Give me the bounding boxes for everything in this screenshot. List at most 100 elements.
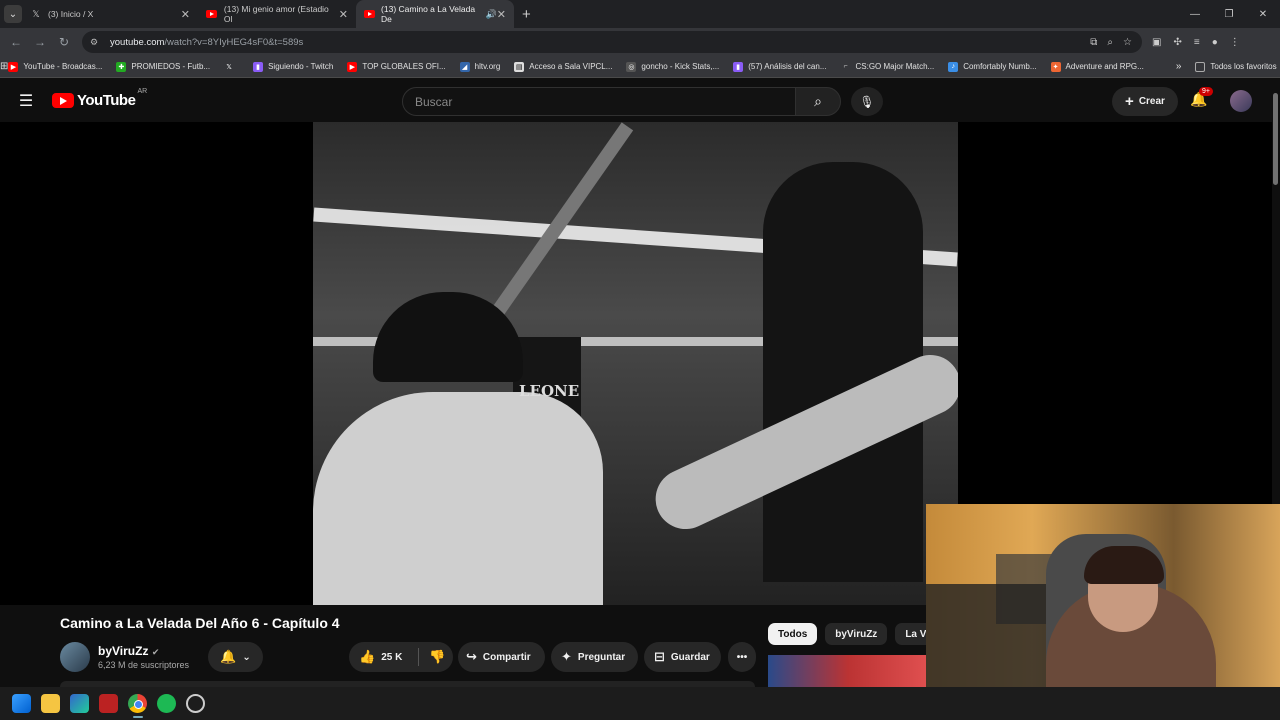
- apps-grid-icon[interactable]: ⊞: [0, 61, 8, 72]
- forward-icon[interactable]: →: [28, 35, 52, 49]
- notification-badge: 9+: [1199, 87, 1213, 96]
- puzzle-icon[interactable]: ✣: [1173, 37, 1181, 48]
- bookmark-item[interactable]: ◎ goncho - Kick Stats,...: [626, 61, 719, 72]
- youtube-icon: [364, 8, 376, 20]
- site-info-icon[interactable]: ⚙: [90, 37, 104, 48]
- bookmark-item[interactable]: ✚ PROMIEDOS - Futb...: [116, 61, 210, 72]
- bookmark-item[interactable]: 𝕏: [224, 62, 239, 72]
- ask-button[interactable]: ✦ Preguntar: [551, 642, 638, 672]
- share-icon: ↪: [466, 649, 477, 664]
- app-icon[interactable]: [186, 694, 205, 713]
- dislike-icon[interactable]: 👎: [429, 649, 445, 665]
- more-icon: •••: [736, 651, 748, 663]
- media-control-icon[interactable]: ≡: [1194, 37, 1200, 48]
- speaker-icon[interactable]: 🔊: [486, 9, 497, 20]
- all-bookmarks-folder[interactable]: Todos los favoritos: [1195, 61, 1277, 72]
- promiedos-icon: ✚: [116, 61, 127, 72]
- chrome-icon[interactable]: [128, 694, 147, 713]
- edge-icon[interactable]: [70, 694, 89, 713]
- close-window-icon[interactable]: ✕: [1246, 0, 1280, 28]
- bookmark-item[interactable]: ▶ TOP GLOBALES OFI...: [347, 61, 446, 72]
- share-button[interactable]: ↪ Compartir: [458, 642, 545, 672]
- chip-todos[interactable]: Todos: [768, 623, 818, 645]
- folder-icon: [1195, 61, 1206, 72]
- hltv-icon: ◢: [459, 61, 470, 72]
- x-logo-icon: 𝕏: [32, 8, 40, 19]
- windows-start-icon[interactable]: [12, 694, 31, 713]
- bookmark-item[interactable]: ✦ Adventure and RPG...: [1050, 61, 1144, 72]
- kick-stats-icon: ◎: [626, 61, 637, 72]
- reload-icon[interactable]: ↻: [52, 35, 76, 49]
- chip-channel[interactable]: byViruZz: [825, 623, 888, 645]
- bookmark-item[interactable]: ◢ hltv.org: [459, 61, 500, 72]
- browser-menu-icon[interactable]: ⋮: [1230, 37, 1240, 48]
- tab-search-button[interactable]: ⌄: [4, 5, 22, 23]
- tab-camino-velada[interactable]: (13) Camino a La Velada De 🔊 ✕: [356, 0, 514, 28]
- search-button[interactable]: ⌕: [795, 87, 841, 116]
- video-title: Camino a La Velada Del Año 6 - Capítulo …: [60, 615, 340, 631]
- profile-icon[interactable]: ●: [1212, 37, 1218, 48]
- bookmark-item[interactable]: ▮ (57) Análisis del can...: [733, 61, 827, 72]
- url-field[interactable]: ⚙ youtube.com/watch?v=8YIyHEG4sF0&t=589s…: [82, 31, 1142, 53]
- leone-logo: LEONE: [519, 382, 580, 400]
- close-icon[interactable]: ✕: [339, 8, 348, 21]
- verified-icon: ✔: [151, 647, 160, 657]
- news-app-icon[interactable]: [99, 694, 118, 713]
- browser-tab-bar: ⌄ 𝕏 (3) Inicio / X ✕ (13) Mi genio amor …: [0, 0, 1280, 28]
- youtube-play-icon: [52, 93, 74, 108]
- related-chips: Todos byViruZz La Vela: [768, 623, 950, 645]
- youtube-logo[interactable]: YouTube AR: [52, 88, 147, 109]
- window-controls: — ❐ ✕: [1178, 0, 1280, 28]
- like-count[interactable]: 25 K: [381, 652, 402, 663]
- install-app-icon[interactable]: ⧉: [1090, 37, 1097, 48]
- hamburger-menu-icon[interactable]: ☰: [0, 91, 52, 111]
- active-app-indicator: [133, 716, 143, 718]
- tab-title: (13) Camino a La Velada De: [381, 4, 476, 24]
- subscriber-count: 6,23 M de suscriptores: [98, 660, 190, 670]
- extension-icon[interactable]: ▣: [1152, 37, 1161, 48]
- like-icon[interactable]: 👍: [359, 649, 375, 665]
- subscribed-bell-button[interactable]: 🔔 ⌄: [208, 642, 263, 672]
- back-icon[interactable]: ←: [4, 35, 28, 49]
- video-frame[interactable]: LEONE: [313, 122, 958, 605]
- tab-mi-genio-amor[interactable]: (13) Mi genio amor (Estadio Ol ✕: [198, 0, 356, 28]
- close-icon[interactable]: ✕: [497, 8, 506, 21]
- bookmark-item[interactable]: ▤ Acceso a Sala VIPCL...: [514, 61, 612, 72]
- zoom-icon[interactable]: ⌕: [1107, 37, 1113, 48]
- search-input[interactable]: Buscar: [402, 87, 796, 116]
- bookmark-item[interactable]: ⌐ CS:GO Major Match...: [841, 62, 934, 72]
- user-avatar[interactable]: [1230, 90, 1252, 112]
- logo-text: YouTube: [77, 92, 136, 109]
- related-video-thumbnail[interactable]: [768, 655, 928, 687]
- voice-search-button[interactable]: 🎙: [851, 87, 883, 116]
- bookmark-item[interactable]: ♪ Comfortably Numb...: [948, 61, 1037, 72]
- channel-name[interactable]: byViruZz ✔: [98, 644, 189, 658]
- restore-icon[interactable]: ❐: [1212, 0, 1246, 28]
- url-actions: ⧉ ⌕ ☆: [1090, 37, 1142, 48]
- bookmark-item[interactable]: ▶ YouTube - Broadcas...: [8, 61, 102, 72]
- chevron-down-icon: ⌄: [242, 651, 251, 663]
- scrollbar-thumb[interactable]: [1273, 93, 1278, 185]
- minimize-icon[interactable]: —: [1178, 0, 1212, 28]
- sala-vip-icon: ▤: [514, 61, 525, 72]
- create-button[interactable]: + Crear: [1112, 87, 1178, 116]
- spotify-icon[interactable]: [157, 694, 176, 713]
- youtube-header: ☰ YouTube AR Buscar ⌕ 🎙 + Crear 🔔 9+: [0, 79, 1280, 122]
- bookmark-star-icon[interactable]: ☆: [1123, 37, 1132, 48]
- save-button[interactable]: ⊟ Guardar: [644, 642, 721, 672]
- more-bookmarks-icon[interactable]: »: [1176, 61, 1182, 72]
- youtube-icon: ▶: [8, 61, 19, 72]
- channel-avatar[interactable]: [60, 642, 90, 672]
- tab-x-inicio[interactable]: 𝕏 (3) Inicio / X ✕: [22, 0, 198, 28]
- chords-icon: ♪: [948, 61, 959, 72]
- bookmark-item[interactable]: ▮ Siguiendo - Twitch: [253, 61, 333, 72]
- notifications-button[interactable]: 🔔 9+: [1190, 87, 1213, 108]
- close-icon[interactable]: ✕: [181, 8, 190, 21]
- new-tab-button[interactable]: +: [522, 6, 531, 23]
- more-actions-button[interactable]: •••: [728, 642, 756, 672]
- file-explorer-icon[interactable]: [41, 694, 60, 713]
- windows-taskbar: [0, 687, 1280, 720]
- csgo-icon: ⌐: [843, 63, 848, 70]
- search-icon: ⌕: [814, 93, 822, 109]
- adventure-icon: ✦: [1050, 61, 1061, 72]
